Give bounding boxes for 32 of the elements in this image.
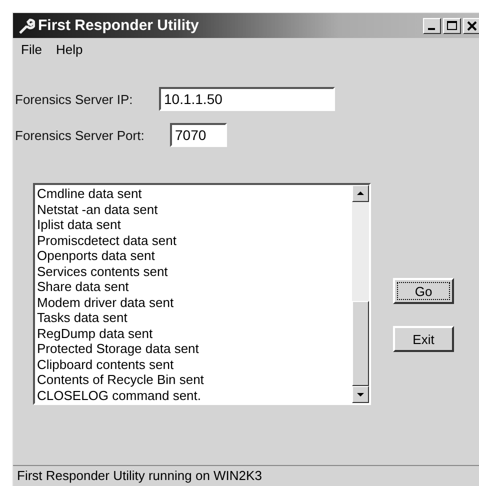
log-line: Tasks data sent (37, 310, 128, 326)
menu-item[interactable]: File (21, 42, 42, 57)
input-field[interactable]: 10.1.1.50 (159, 87, 335, 111)
dialog-button[interactable]: Exit (393, 326, 454, 352)
log-line: Contents of Recycle Bin sent (37, 372, 205, 388)
maximize-button[interactable] (443, 18, 461, 34)
minimize-button[interactable] (423, 18, 441, 34)
log-line: Cmdline data sent (37, 186, 143, 202)
scroll-up-icon[interactable] (352, 185, 369, 202)
log-line: Netstat -an data sent (37, 202, 159, 217)
scroll-thumb[interactable] (352, 301, 369, 386)
window-title: First Responder Utility (38, 17, 200, 34)
wrench-icon (17, 16, 35, 34)
field-label: Forensics Server Port: (15, 128, 146, 142)
scrollbar[interactable] (352, 185, 369, 403)
status-bar: First Responder Utility running on WIN2K3 (13, 465, 479, 486)
log-line: Protected Storage data sent (37, 341, 200, 356)
scroll-down-icon[interactable] (352, 386, 369, 403)
log-line: CLOSELOG command sent. (37, 388, 202, 403)
dialog-button[interactable]: Go (393, 278, 454, 304)
input-field[interactable]: 7070 (170, 123, 227, 147)
log-line: Iplist data sent (37, 217, 122, 232)
log-line: Openports data sent (37, 248, 156, 264)
log-line: Services contents sent (37, 264, 169, 279)
log-line: Modem driver data sent (37, 294, 175, 310)
close-button[interactable] (463, 18, 479, 34)
log-line: Promiscdetect data sent (37, 232, 178, 248)
log-line: Share data sent (37, 279, 130, 294)
menu-item[interactable]: Help (56, 42, 83, 57)
field-label: Forensics Server IP: (15, 92, 134, 106)
log-line: Clipboard contents sent (37, 356, 175, 372)
log-line: RegDump data sent (37, 326, 154, 341)
